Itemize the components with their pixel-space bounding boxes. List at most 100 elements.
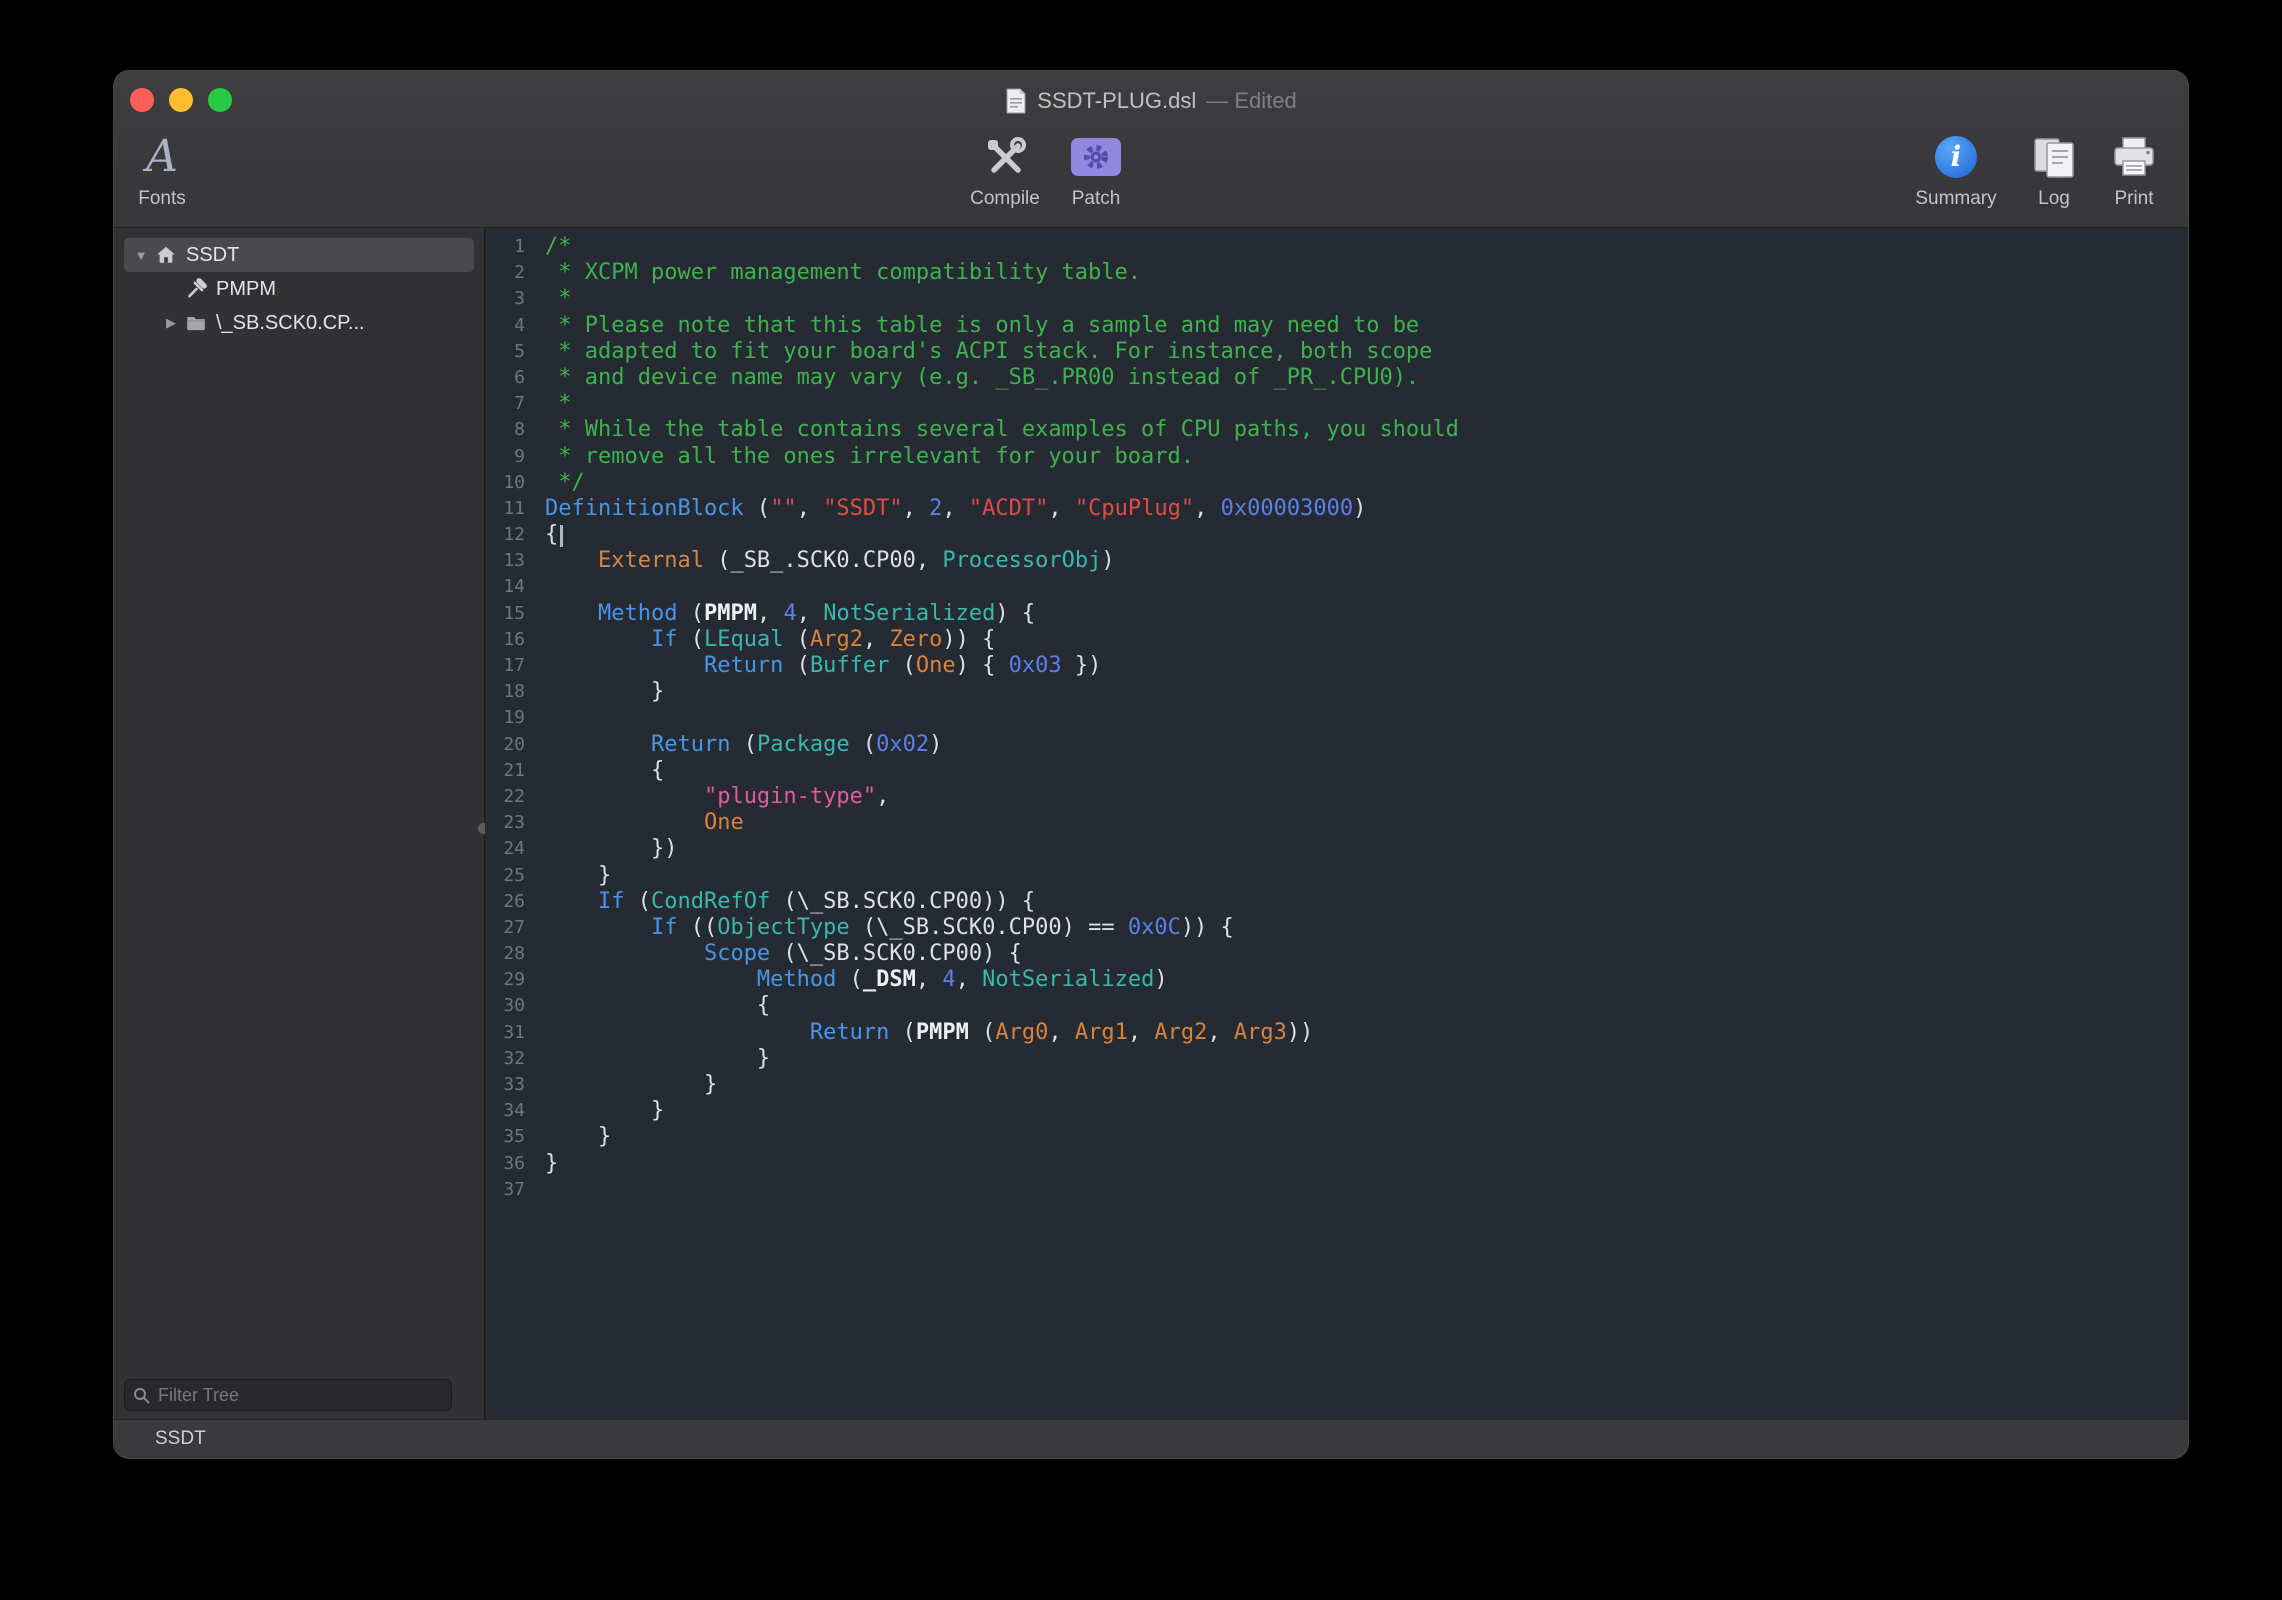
fonts-icon: A <box>146 135 178 179</box>
code-line[interactable]: 27 If ((ObjectType (\_SB.SCK0.CP00) == 0… <box>485 915 2188 941</box>
code-line[interactable]: 1/* <box>485 234 2188 260</box>
code-line-text: { <box>525 993 770 1019</box>
log-pages-icon <box>2031 135 2077 179</box>
sidebar: ▼SSDTPMPM▶\_SB.SCK0.CP... <box>114 228 485 1420</box>
line-number: 1 <box>485 234 525 260</box>
code-line[interactable]: 23 One <box>485 810 2188 836</box>
search-icon <box>133 1387 150 1404</box>
code-line[interactable]: 26 If (CondRefOf (\_SB.SCK0.CP00)) { <box>485 889 2188 915</box>
code-line-text: * remove all the ones irrelevant for you… <box>525 444 1194 470</box>
code-line[interactable]: 35 } <box>485 1124 2188 1150</box>
code-line[interactable]: 36} <box>485 1151 2188 1177</box>
line-number: 23 <box>485 810 525 836</box>
code-line-text: Return (Buffer (One) { 0x03 }) <box>525 653 1101 679</box>
disclosure-triangle[interactable]: ▶ <box>158 315 184 331</box>
code-line[interactable]: 9 * remove all the ones irrelevant for y… <box>485 444 2188 470</box>
line-number: 29 <box>485 967 525 993</box>
code-line[interactable]: 21 { <box>485 758 2188 784</box>
line-number: 16 <box>485 627 525 653</box>
line-number: 36 <box>485 1151 525 1177</box>
line-number: 11 <box>485 496 525 522</box>
code-line[interactable]: 20 Return (Package (0x02) <box>485 732 2188 758</box>
patch-button[interactable]: Patch <box>1036 131 1156 208</box>
info-icon: i <box>1935 136 1977 178</box>
code-line-text <box>525 1177 545 1203</box>
line-number: 37 <box>485 1177 525 1203</box>
line-number: 3 <box>485 286 525 312</box>
code-line[interactable]: 2 * XCPM power management compatibility … <box>485 260 2188 286</box>
line-number: 31 <box>485 1020 525 1046</box>
printer-icon <box>2111 135 2157 179</box>
code-line[interactable]: 34 } <box>485 1098 2188 1124</box>
line-number: 4 <box>485 313 525 339</box>
fonts-button-label: Fonts <box>138 189 186 208</box>
line-number: 17 <box>485 653 525 679</box>
code-line-text: * While the table contains several examp… <box>525 417 1459 443</box>
line-number: 27 <box>485 915 525 941</box>
code-line-text: If ((ObjectType (\_SB.SCK0.CP00) == 0x0C… <box>525 915 1234 941</box>
line-number: 13 <box>485 548 525 574</box>
code-line[interactable]: 19 <box>485 705 2188 731</box>
print-button[interactable]: Print <box>2074 131 2189 208</box>
sidebar-tree: ▼SSDTPMPM▶\_SB.SCK0.CP... <box>114 238 484 340</box>
fonts-button[interactable]: A Fonts <box>113 131 222 208</box>
code-line-text: } <box>525 1072 717 1098</box>
code-line-text: } <box>525 1151 558 1177</box>
code-line-text: * adapted to fit your board's ACPI stack… <box>525 339 1432 365</box>
code-line[interactable]: 14 <box>485 574 2188 600</box>
code-line[interactable]: 7 * <box>485 391 2188 417</box>
code-line[interactable]: 30 { <box>485 993 2188 1019</box>
code-line[interactable]: 22 "plugin-type", <box>485 784 2188 810</box>
line-number: 12 <box>485 522 525 548</box>
log-button-label: Log <box>2038 189 2070 208</box>
code-line[interactable]: 18 } <box>485 679 2188 705</box>
code-line[interactable]: 11DefinitionBlock ("", "SSDT", 2, "ACDT"… <box>485 496 2188 522</box>
code-line-text: } <box>525 1046 770 1072</box>
code-line[interactable]: 8 * While the table contains several exa… <box>485 417 2188 443</box>
code-line[interactable]: 24 }) <box>485 836 2188 862</box>
code-line[interactable]: 17 Return (Buffer (One) { 0x03 }) <box>485 653 2188 679</box>
line-number: 28 <box>485 941 525 967</box>
disclosure-triangle[interactable]: ▼ <box>128 248 154 263</box>
line-number: 7 <box>485 391 525 417</box>
line-number: 30 <box>485 993 525 1019</box>
code-line[interactable]: 12{ <box>485 522 2188 548</box>
home-icon <box>154 244 178 266</box>
code-line[interactable]: 6 * and device name may vary (e.g. _SB_.… <box>485 365 2188 391</box>
code-line[interactable]: 33 } <box>485 1072 2188 1098</box>
code-line[interactable]: 25 } <box>485 863 2188 889</box>
folder-icon <box>184 312 208 334</box>
code-line-text: } <box>525 863 611 889</box>
code-line-text: }) <box>525 836 677 862</box>
compile-tools-icon <box>981 133 1029 181</box>
code-editor[interactable]: 1/*2 * XCPM power management compatibili… <box>485 228 2188 1420</box>
line-number: 18 <box>485 679 525 705</box>
code-line[interactable]: 10 */ <box>485 470 2188 496</box>
code-line-text: /* <box>525 234 572 260</box>
code-line[interactable]: 37 <box>485 1177 2188 1203</box>
code-line-text: Method (PMPM, 4, NotSerialized) { <box>525 601 1035 627</box>
code-line[interactable]: 32 } <box>485 1046 2188 1072</box>
line-number: 9 <box>485 444 525 470</box>
tree-item-ssdt[interactable]: ▼SSDT <box>124 238 474 272</box>
line-number: 21 <box>485 758 525 784</box>
code-line-text: * and device name may vary (e.g. _SB_.PR… <box>525 365 1419 391</box>
code-line[interactable]: 13 External (_SB_.SCK0.CP00, ProcessorOb… <box>485 548 2188 574</box>
code-line-text: "plugin-type", <box>525 784 889 810</box>
window-title-edited: — Edited <box>1206 88 1297 114</box>
code-line[interactable]: 5 * adapted to fit your board's ACPI sta… <box>485 339 2188 365</box>
tree-item-pmpm[interactable]: PMPM <box>124 272 474 306</box>
line-number: 24 <box>485 836 525 862</box>
tree-item-sbsck0cp[interactable]: ▶\_SB.SCK0.CP... <box>124 306 474 340</box>
patch-gear-icon <box>1071 138 1121 176</box>
code-line[interactable]: 4 * Please note that this table is only … <box>485 313 2188 339</box>
code-line[interactable]: 31 Return (PMPM (Arg0, Arg1, Arg2, Arg3)… <box>485 1020 2188 1046</box>
code-line[interactable]: 29 Method (_DSM, 4, NotSerialized) <box>485 967 2188 993</box>
code-line[interactable]: 16 If (LEqual (Arg2, Zero)) { <box>485 627 2188 653</box>
code-line[interactable]: 28 Scope (\_SB.SCK0.CP00) { <box>485 941 2188 967</box>
code-line-text: External (_SB_.SCK0.CP00, ProcessorObj) <box>525 548 1115 574</box>
code-line[interactable]: 3 * <box>485 286 2188 312</box>
code-line[interactable]: 15 Method (PMPM, 4, NotSerialized) { <box>485 601 2188 627</box>
code-line-text: { <box>525 522 563 548</box>
filter-tree-input[interactable] <box>156 1384 443 1407</box>
